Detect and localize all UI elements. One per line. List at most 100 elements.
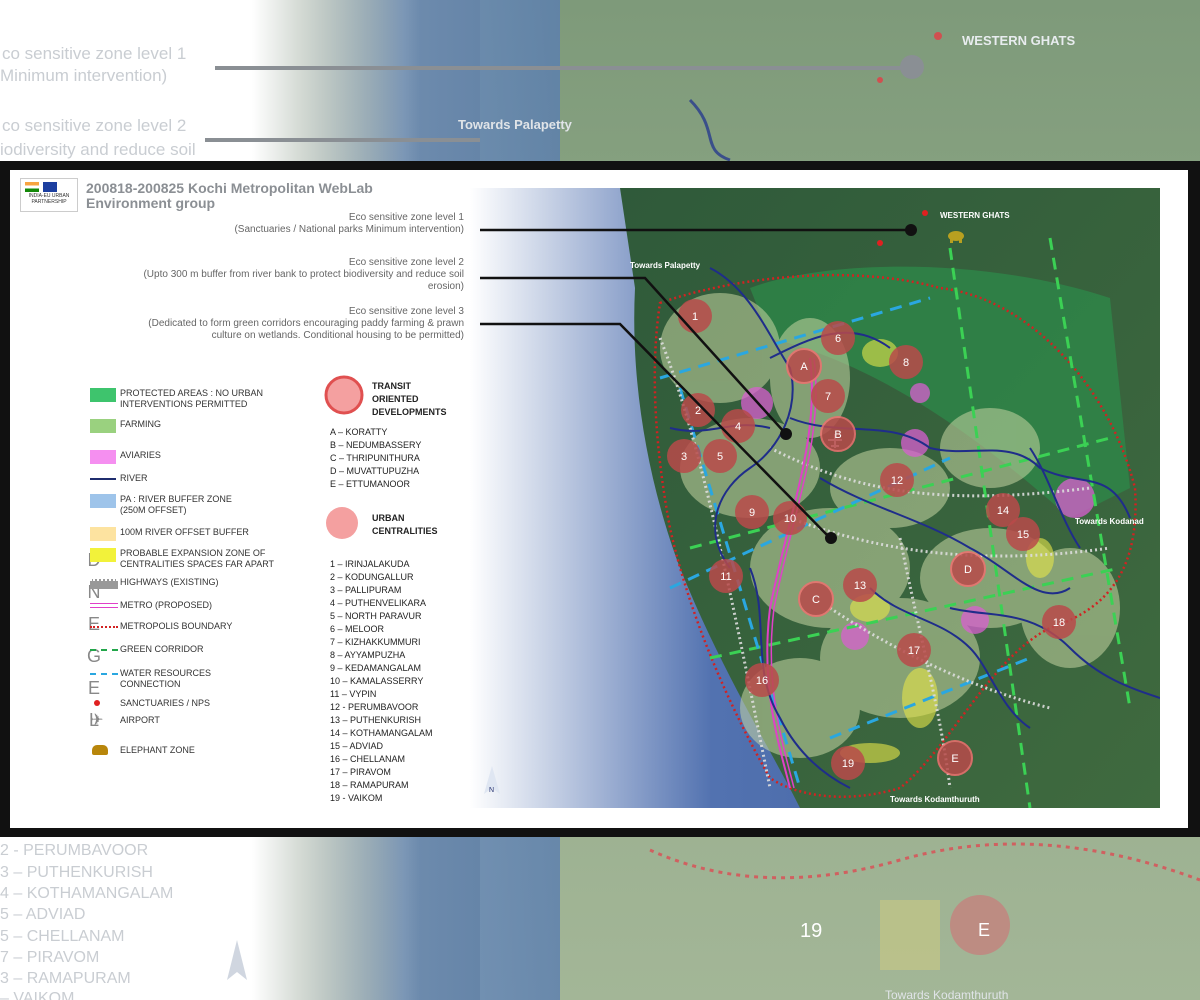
eco-zone-3-label: Eco sensitive zone level 3 (Dedicated to… (148, 306, 464, 342)
legend-item: FARMING (90, 419, 162, 433)
list-item: 1 – IRINJALAKUDA (330, 559, 410, 569)
list-item: 12 - PERUMBAVOOR (330, 702, 419, 712)
list-item: 8 – AYYAMPUZHA (330, 650, 406, 660)
legend-item: METROPOLIS BOUNDARY (90, 621, 232, 632)
list-item: 9 – KEDAMANGALAM (330, 663, 422, 673)
legend-label: RIVER (120, 473, 148, 483)
dot-icon (90, 698, 100, 706)
eu-flag-icon (43, 182, 57, 192)
place-label-western-ghats: WESTERN GHATS (940, 211, 1010, 220)
leader-end-dot (825, 532, 837, 544)
bg-marker-label: E (978, 920, 991, 940)
bg-legend-item: 2 - PERUMBAVOOR (0, 842, 149, 859)
list-item: 13 – PUTHENKURISH (330, 715, 422, 725)
legend-label: METRO (PROPOSED) (120, 600, 213, 610)
legend-label: (250M OFFSET) (120, 505, 187, 515)
bg-legend-item: – VAIKOM (0, 990, 75, 1000)
legend-label: FARMING (120, 419, 162, 429)
list-item: E – ETTUMANOOR (330, 479, 411, 489)
legend-label: ELEPHANT ZONE (120, 745, 195, 755)
legend-label: HIGHWAYS (EXISTING) (120, 577, 219, 587)
zone-title: Eco sensitive zone level 2 (348, 257, 464, 268)
heading-line: TRANSIT (372, 381, 411, 391)
legend-item: ELEPHANT ZONE (92, 745, 195, 756)
bg-place-label: Towards Kodamthuruth (885, 988, 1009, 1000)
line-icon (90, 473, 116, 480)
centrality-label: 13 (854, 580, 866, 592)
tod-heading: TRANSIT ORIENTED DEVELOPMENTS (372, 380, 447, 419)
zone-desc: (Sanctuaries / National parks Minimum in… (234, 224, 464, 235)
rect-icon (90, 494, 116, 508)
centrality-label: 3 (681, 451, 687, 463)
bg-legend-item: 7 – PIRAVOM (0, 949, 100, 966)
centrality-label: 19 (842, 758, 854, 770)
list-item: 18 – RAMAPURAM (330, 780, 409, 790)
centrality-label: 11 (720, 571, 731, 583)
legend-label: AIRPORT (120, 715, 160, 725)
bg-text: Minimum intervention) (0, 66, 168, 85)
tod-label: C (812, 594, 820, 606)
partnership-logo: INDIA-EU URBAN PARTNERSHIP (20, 178, 78, 212)
leader-end-dot (905, 224, 917, 236)
legend-label: AVIARIES (120, 450, 161, 460)
list-item: B – NEDUMBASSERY (330, 440, 422, 450)
legend-item: ✈ AIRPORT (90, 713, 160, 729)
airplane-icon: ✈ (90, 712, 104, 729)
legend-item: PROBABLE EXPANSION ZONE OF CENTRALITIES S… (90, 548, 274, 570)
legend-label: SANCTUARIES / NPS (120, 698, 211, 708)
centrality-label: 16 (756, 675, 768, 687)
dotted-band-icon (90, 577, 118, 589)
heading-line: DEVELOPMENTS (372, 407, 447, 417)
centralities-heading: URBAN CENTRALITIES (372, 512, 438, 538)
bg-legend-item: 4 – KOTHAMANGALAM (0, 885, 174, 902)
sanctuary-marker (922, 210, 928, 216)
centrality-label: 18 (1053, 617, 1065, 629)
centrality-label: 7 (825, 391, 831, 403)
dotted-line-icon (90, 621, 118, 628)
list-item: 5 – NORTH PARAVUR (330, 611, 422, 621)
slide: INDIA-EU URBAN PARTNERSHIP 200818-200825… (10, 170, 1188, 828)
zone-desc: culture on wetlands. Conditional housing… (211, 330, 464, 341)
bg-marker-label: 19 (800, 920, 823, 942)
heading-line: ORIENTED (372, 394, 419, 404)
tod-label: B (834, 429, 841, 441)
legend-label: INTERVENTIONS PERMITTED (120, 399, 248, 409)
legend-item: 100M RIVER OFFSET BUFFER (90, 527, 249, 541)
legend-label: CONNECTION (120, 679, 181, 689)
legend-label: PROTECTED AREAS : NO URBAN (120, 388, 264, 398)
centralities-list: 1 – IRINJALAKUDA 2 – KODUNGALLUR 3 – PALLI… (330, 558, 433, 805)
double-line-icon (90, 600, 118, 608)
tod-label: E (951, 753, 958, 765)
legend-label: PROBABLE EXPANSION ZONE OF (120, 548, 266, 558)
dashed-line-icon (90, 668, 118, 675)
legend-label: GREEN CORRIDOR (120, 644, 204, 654)
list-item: 11 – VYPIN (330, 689, 377, 699)
eco-zone-2-label: Eco sensitive zone level 2 (Upto 300 m b… (143, 257, 464, 293)
bg-legend-item: 3 – RAMAPURAM (0, 970, 131, 987)
bg-text: co sensitive zone level 2 (2, 116, 187, 135)
centrality-label: 5 (717, 451, 723, 463)
centrality-label: 15 (1017, 529, 1029, 541)
page-title: 200818-200825 Kochi Metropolitan WebLab … (86, 181, 373, 211)
place-label-kodanad: Towards Kodanad (1075, 517, 1144, 526)
bg-place-label: WESTERN GHATS (962, 33, 1076, 48)
bg-north-arrow-icon (227, 940, 247, 980)
centrality-label: 10 (784, 513, 796, 525)
list-item: 7 – KIZHAKKUMMURI (330, 637, 421, 647)
list-item: 4 – PUTHENVELIKARA (330, 598, 427, 608)
legend-letter: E (87, 614, 100, 634)
slide-frame: INDIA-EU URBAN PARTNERSHIP 200818-200825… (0, 161, 1200, 837)
list-item: D – MUVATTUPUZHA (330, 466, 420, 476)
list-item: 2 – KODUNGALLUR (330, 572, 414, 582)
legend-item: METRO (PROPOSED) (90, 600, 213, 611)
subtitle-line: Environment group (86, 195, 216, 211)
bg-legend-item: 5 – ADVIAD (0, 906, 86, 923)
place-label-kodamthuruth: Towards Kodamthuruth (890, 795, 980, 804)
metropolitan-map: 123456789 10111213141516171819ABCDE WESTE… (470, 188, 1160, 808)
list-item: 15 – ADVIAD (330, 741, 384, 751)
rect-icon (90, 548, 116, 562)
india-flag-icon (25, 182, 39, 192)
legend-label: WATER RESOURCES (120, 668, 212, 678)
centrality-label: 8 (903, 357, 909, 369)
title-line: 200818-200825 Kochi Metropolitan WebLab (86, 180, 373, 196)
